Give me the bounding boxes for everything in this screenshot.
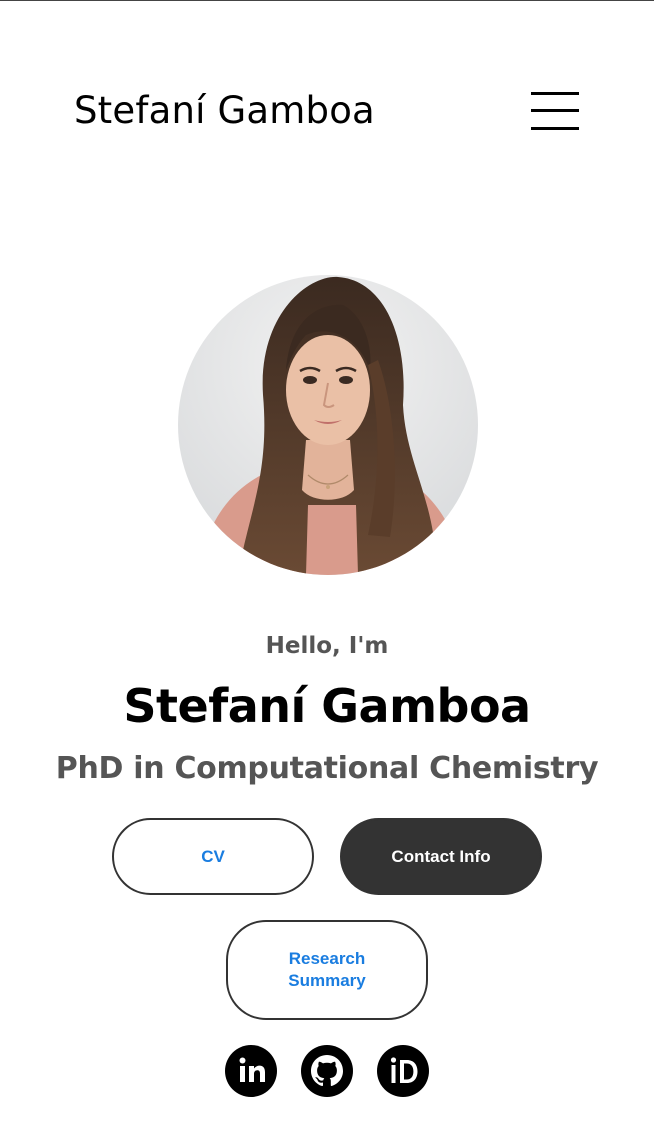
contact-info-button-label: Contact Info xyxy=(391,846,491,866)
hero-name: Stefaní Gamboa xyxy=(123,679,531,733)
orcid-icon[interactable] xyxy=(377,1045,429,1097)
site-brand[interactable]: Stefaní Gamboa xyxy=(74,86,375,136)
top-border xyxy=(0,0,654,1)
linkedin-icon[interactable] xyxy=(225,1045,277,1097)
hamburger-menu-icon[interactable] xyxy=(528,90,582,132)
contact-info-button[interactable]: Contact Info xyxy=(340,818,542,895)
menu-line xyxy=(531,127,579,130)
hero-subtitle: PhD in Computational Chemistry xyxy=(55,751,599,786)
cv-button[interactable]: CV xyxy=(112,818,314,895)
research-summary-button-label: Research Summary xyxy=(288,949,366,990)
research-summary-button[interactable]: Research Summary xyxy=(226,920,428,1020)
cv-button-label: CV xyxy=(201,846,225,866)
greeting-text: Hello, I'm xyxy=(265,633,389,659)
github-icon[interactable] xyxy=(301,1045,353,1097)
menu-line xyxy=(531,109,579,112)
menu-line xyxy=(531,92,579,95)
profile-photo xyxy=(178,275,478,575)
